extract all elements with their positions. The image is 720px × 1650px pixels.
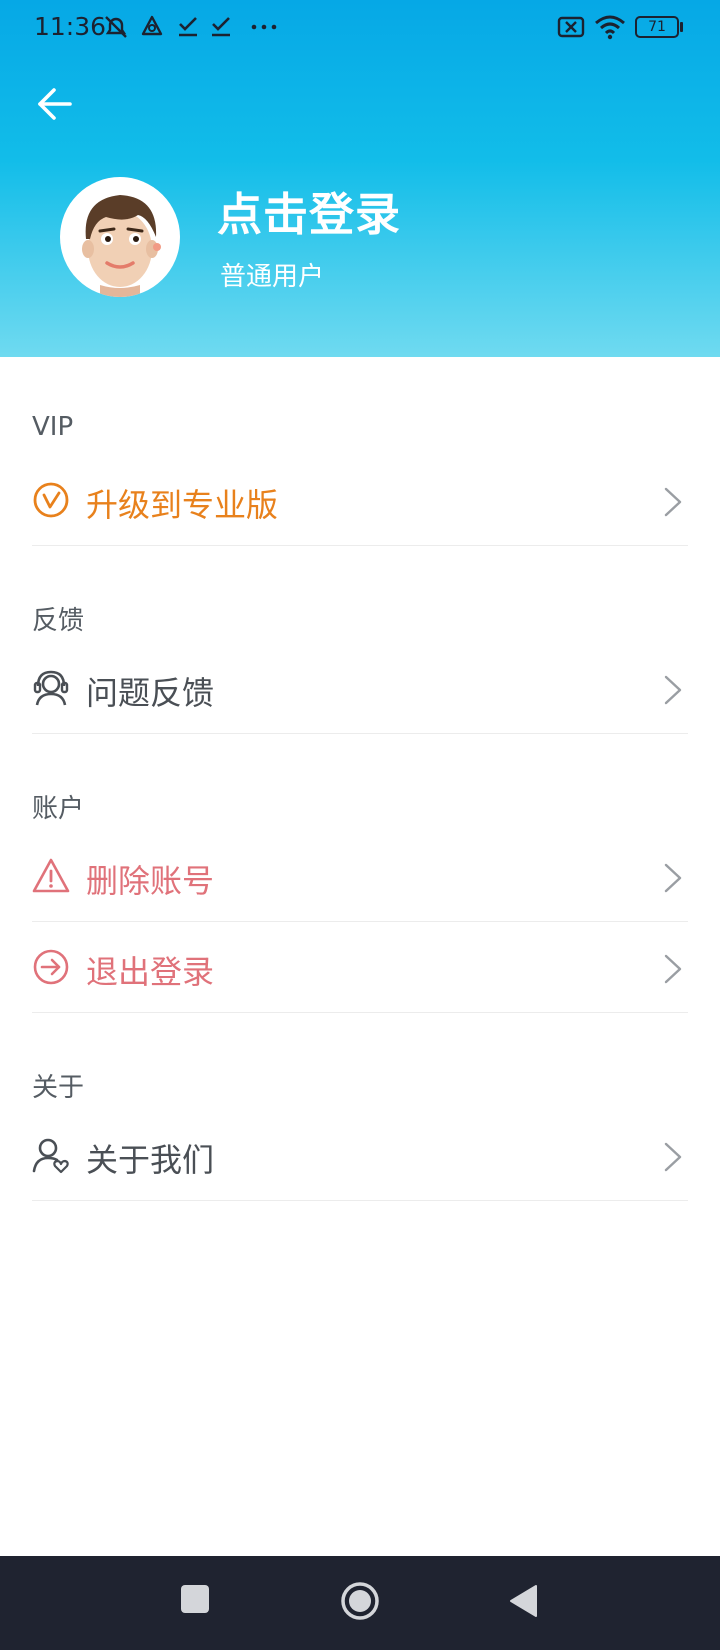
recents-button[interactable] [180,1584,210,1614]
chevron-right-icon [664,863,682,893]
avatar[interactable] [60,177,180,297]
delete-account-label: 删除账号 [86,862,215,900]
battery-level: 71 [648,19,666,35]
section-title-vip: VIP [32,412,74,442]
chevron-right-icon [664,1142,682,1172]
arrow-left-icon [38,88,72,120]
check-download-icon [179,17,197,37]
back-nav-button[interactable] [508,1584,538,1618]
circle-home-icon [341,1582,379,1620]
home-button[interactable] [340,1581,380,1621]
about-us-item[interactable]: 关于我们 [32,1111,688,1201]
support-agent-icon [33,670,69,706]
about-us-label: 关于我们 [86,1141,215,1179]
wifi-icon [595,15,625,40]
user-heart-icon [32,1138,69,1174]
logout-item[interactable]: 退出登录 [32,923,688,1013]
delete-account-item[interactable]: 删除账号 [32,832,688,922]
feedback-label: 问题反馈 [86,674,215,712]
avatar-face-icon [82,195,161,297]
triangle-app-icon [141,15,163,36]
mute-bell-icon [105,16,127,38]
status-bar: 11:36 71 [0,0,720,56]
battery-icon: 71 [635,16,679,38]
feedback-item[interactable]: 问题反馈 [32,644,688,734]
logout-icon [33,949,69,985]
chevron-right-icon [664,675,682,705]
status-time: 11:36 [34,12,107,41]
square-icon [181,1585,209,1613]
no-sim-icon [557,16,585,38]
vip-badge-icon [33,482,69,518]
chevron-right-icon [664,954,682,984]
warning-icon [32,858,70,893]
battery-tip [680,22,683,32]
user-type-label: 普通用户 [220,262,325,292]
login-title[interactable]: 点击登录 [217,178,401,243]
triangle-back-icon [510,1585,537,1617]
section-title-about: 关于 [32,1073,85,1103]
chevron-right-icon [664,487,682,517]
upgrade-pro-label: 升级到专业版 [86,486,279,524]
upgrade-pro-item[interactable]: 升级到专业版 [32,456,688,546]
logout-label: 退出登录 [86,953,215,991]
profile-header: 11:36 71 点击登录 普通用户 [0,0,720,357]
section-title-account: 账户 [32,794,85,824]
more-dots-icon [251,24,277,30]
system-nav-bar [0,1556,720,1650]
check-download-icon [212,17,230,37]
section-title-feedback: 反馈 [32,606,85,636]
back-button[interactable] [34,82,78,126]
